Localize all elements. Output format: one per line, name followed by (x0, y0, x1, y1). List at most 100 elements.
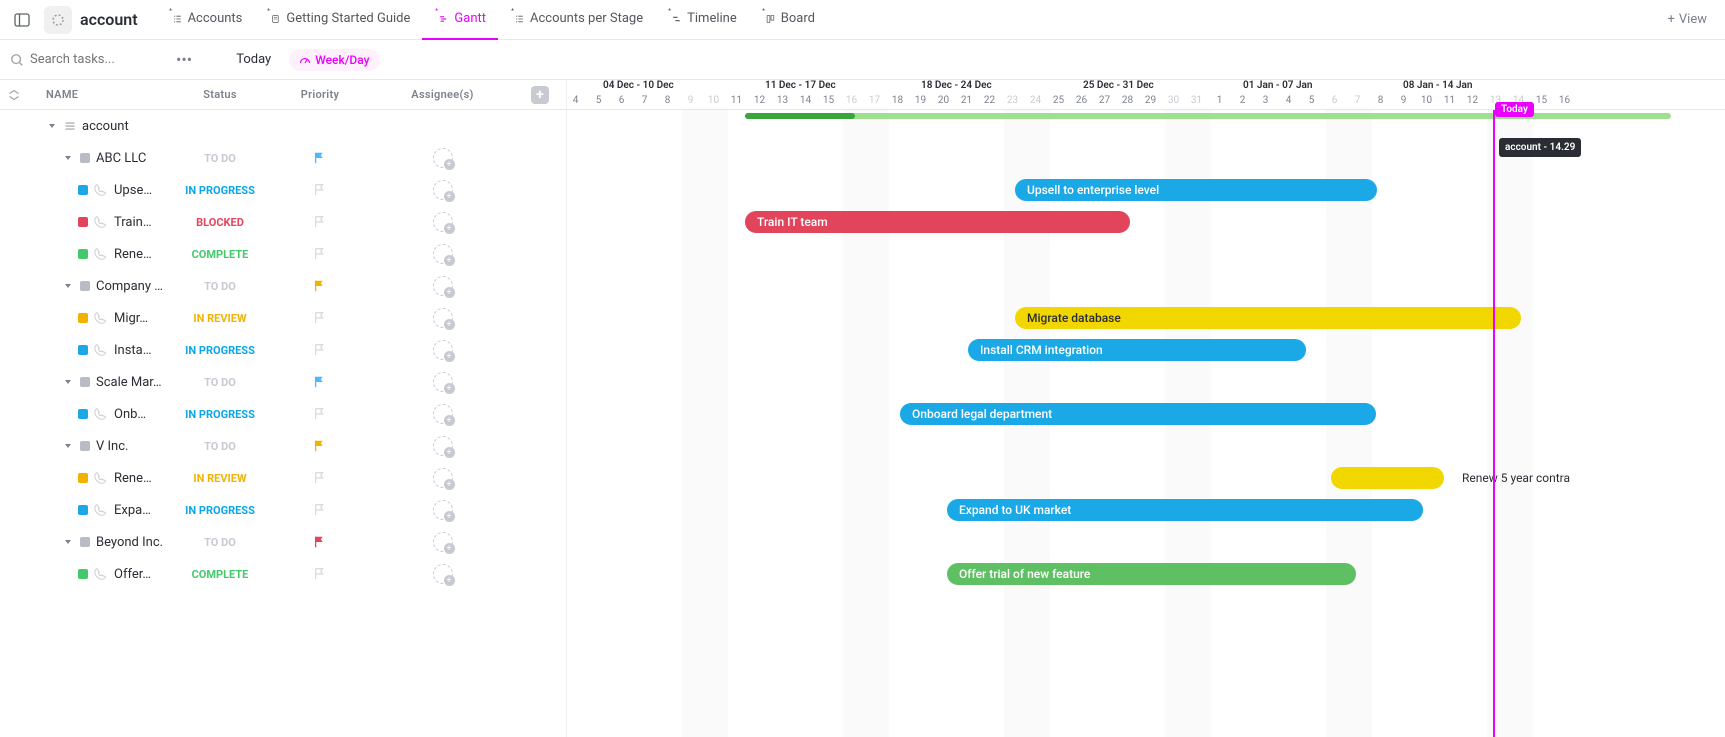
priority-cell[interactable] (275, 343, 365, 357)
tab-accounts-per-stage[interactable]: Accounts per Stage (498, 0, 655, 40)
assignee-cell[interactable] (365, 148, 520, 168)
status-cell[interactable]: IN PROGRESS (165, 408, 275, 421)
group-row[interactable]: Scale Mar…TO DO (0, 366, 566, 398)
priority-cell[interactable] (275, 215, 365, 229)
assignee-add-icon[interactable] (433, 404, 453, 424)
caret-icon[interactable] (62, 376, 74, 388)
gantt-bar[interactable]: Migrate database (1015, 307, 1521, 329)
caret-icon[interactable] (46, 120, 58, 132)
assignee-cell[interactable] (365, 180, 520, 200)
assignee-add-icon[interactable] (433, 180, 453, 200)
tab-timeline[interactable]: Timeline (655, 0, 749, 40)
tab-board[interactable]: Board (749, 0, 827, 40)
group-row[interactable]: ABC LLCTO DO (0, 142, 566, 174)
group-row[interactable]: Company …TO DO (0, 270, 566, 302)
assignee-cell[interactable] (365, 564, 520, 584)
caret-icon[interactable] (62, 152, 74, 164)
status-cell[interactable]: IN PROGRESS (165, 184, 275, 197)
task-row[interactable]: Onb…IN PROGRESS (0, 398, 566, 430)
priority-cell[interactable] (275, 471, 365, 485)
today-button[interactable]: Today (228, 48, 279, 71)
sidebar-toggle-icon[interactable] (8, 6, 36, 34)
search-input[interactable] (30, 52, 150, 67)
assignee-add-icon[interactable] (433, 244, 453, 264)
gantt-body[interactable]: Todayaccount - 14.29Upsell to enterprise… (567, 110, 1725, 737)
status-cell[interactable]: IN REVIEW (165, 312, 275, 325)
priority-cell[interactable] (275, 151, 365, 165)
status-cell[interactable]: TO DO (165, 536, 275, 549)
priority-cell[interactable] (275, 247, 365, 261)
add-column-button[interactable]: + (520, 86, 560, 104)
assignee-add-icon[interactable] (433, 468, 453, 488)
assignee-cell[interactable] (365, 276, 520, 296)
gantt-bar[interactable]: Onboard legal department (900, 403, 1376, 425)
gantt-bar[interactable]: Upsell to enterprise level (1015, 179, 1377, 201)
tab-getting-started-guide[interactable]: Getting Started Guide (254, 0, 422, 40)
col-status-header[interactable]: Status (165, 88, 275, 101)
task-row[interactable]: Migr…IN REVIEW (0, 302, 566, 334)
tab-accounts[interactable]: Accounts (156, 0, 255, 40)
assignee-add-icon[interactable] (433, 212, 453, 232)
priority-cell[interactable] (275, 279, 365, 293)
gantt-bar[interactable] (1331, 467, 1444, 489)
assignee-cell[interactable] (365, 340, 520, 360)
priority-cell[interactable] (275, 503, 365, 517)
assignee-cell[interactable] (365, 308, 520, 328)
task-row[interactable]: Train…BLOCKED (0, 206, 566, 238)
assignee-cell[interactable] (365, 372, 520, 392)
assignee-add-icon[interactable] (433, 564, 453, 584)
priority-cell[interactable] (275, 439, 365, 453)
col-name-header[interactable]: NAME (28, 88, 165, 101)
task-row[interactable]: Expa…IN PROGRESS (0, 494, 566, 526)
assignee-add-icon[interactable] (433, 500, 453, 520)
view-mode-chip[interactable]: Week/Day (289, 49, 379, 71)
doc-title[interactable]: account (80, 10, 138, 29)
status-cell[interactable]: IN REVIEW (165, 472, 275, 485)
assignee-cell[interactable] (365, 500, 520, 520)
assignee-cell[interactable] (365, 404, 520, 424)
status-cell[interactable]: COMPLETE (165, 248, 275, 261)
group-row[interactable]: Beyond Inc.TO DO (0, 526, 566, 558)
gantt-bar[interactable]: Train IT team (745, 211, 1130, 233)
today-pill[interactable]: Today (1495, 102, 1534, 117)
status-cell[interactable]: COMPLETE (165, 568, 275, 581)
status-cell[interactable]: IN PROGRESS (165, 504, 275, 517)
gantt-bar[interactable]: Offer trial of new feature (947, 563, 1356, 585)
caret-icon[interactable] (62, 440, 74, 452)
priority-cell[interactable] (275, 407, 365, 421)
assignee-cell[interactable] (365, 468, 520, 488)
assignee-cell[interactable] (365, 532, 520, 552)
status-cell[interactable]: TO DO (165, 152, 275, 165)
task-row[interactable]: Upse…IN PROGRESS (0, 174, 566, 206)
assignee-add-icon[interactable] (433, 372, 453, 392)
assignee-add-icon[interactable] (433, 340, 453, 360)
gantt-bar[interactable]: Install CRM integration (968, 339, 1306, 361)
assignee-cell[interactable] (365, 244, 520, 264)
expand-all-icon[interactable] (0, 89, 28, 101)
col-assignee-header[interactable]: Assignee(s) (365, 88, 520, 101)
account-progress-badge[interactable]: account - 14.29 (1499, 138, 1581, 157)
task-row[interactable]: Rene…COMPLETE (0, 238, 566, 270)
task-row[interactable]: Rene…IN REVIEW (0, 462, 566, 494)
assignee-add-icon[interactable] (433, 532, 453, 552)
col-priority-header[interactable]: Priority (275, 88, 365, 101)
assignee-cell[interactable] (365, 212, 520, 232)
gantt-bar[interactable]: Expand to UK market (947, 499, 1423, 521)
add-view-button[interactable]: + View (1658, 12, 1718, 27)
caret-icon[interactable] (62, 280, 74, 292)
more-options-button[interactable]: ••• (170, 50, 198, 69)
assignee-add-icon[interactable] (433, 436, 453, 456)
gantt-panel[interactable]: 04 Dec - 10 Dec11 Dec - 17 Dec18 Dec - 2… (567, 80, 1725, 737)
group-row[interactable]: V Inc.TO DO (0, 430, 566, 462)
priority-cell[interactable] (275, 567, 365, 581)
assignee-cell[interactable] (365, 436, 520, 456)
priority-cell[interactable] (275, 183, 365, 197)
priority-cell[interactable] (275, 535, 365, 549)
assignee-add-icon[interactable] (433, 148, 453, 168)
assignee-add-icon[interactable] (433, 308, 453, 328)
status-cell[interactable]: TO DO (165, 280, 275, 293)
status-cell[interactable]: TO DO (165, 440, 275, 453)
group-row[interactable]: account (0, 110, 566, 142)
status-cell[interactable]: BLOCKED (165, 216, 275, 229)
task-row[interactable]: Offer…COMPLETE (0, 558, 566, 590)
